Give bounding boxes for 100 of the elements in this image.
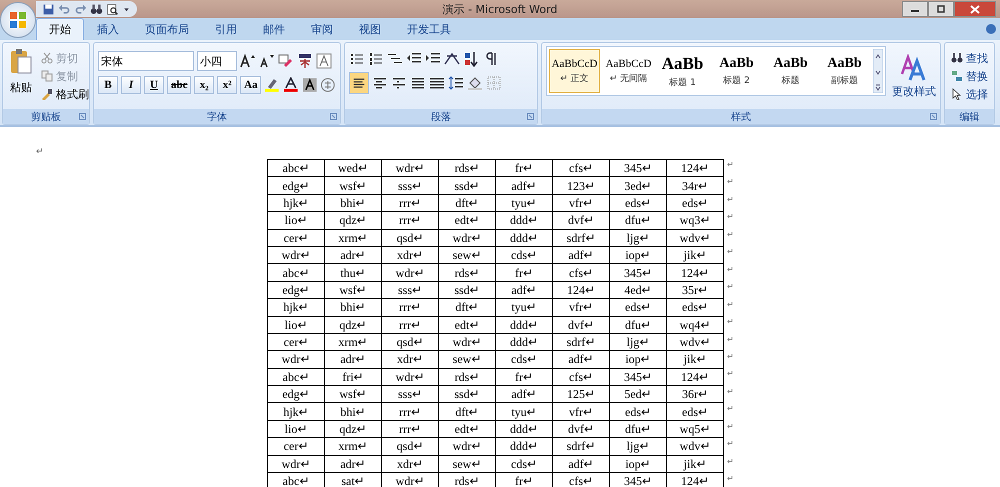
ribbon-tab[interactable]: 引用 xyxy=(202,18,250,40)
table-cell: 124↵ xyxy=(666,264,724,282)
table-cell: abc↵ xyxy=(268,160,324,177)
format-button[interactable]: U xyxy=(144,76,164,94)
table-cell: vfr↵ xyxy=(552,402,610,420)
table-cell: 4ed↵ xyxy=(610,281,666,299)
row-end-mark: ↵ xyxy=(727,317,734,326)
shrink-font-icon[interactable] xyxy=(259,53,275,69)
row-end-mark: ↵ xyxy=(727,386,734,396)
align-left-button[interactable] xyxy=(349,72,369,94)
paragraph-mark: ↵ xyxy=(36,147,44,157)
table-cell: adr↵ xyxy=(324,246,382,264)
group-label: 剪贴板 xyxy=(31,110,61,124)
table-cell: cfs↵ xyxy=(552,160,610,177)
ribbon-tab[interactable]: 开发工具 xyxy=(394,18,464,40)
align-right-icon[interactable] xyxy=(391,75,407,91)
table-cell: edt↵ xyxy=(438,316,496,334)
table-cell: dfu↵ xyxy=(610,212,666,230)
table-cell: edt↵ xyxy=(438,212,496,230)
format-button[interactable]: I xyxy=(121,76,141,94)
table-cell: dvf↵ xyxy=(552,420,610,438)
clipboard-button[interactable]: 格式刷 xyxy=(39,86,91,102)
table-cell: dft↵ xyxy=(438,298,496,316)
font-color-icon[interactable] xyxy=(283,77,299,93)
table-cell: cfs↵ xyxy=(552,264,610,282)
font-name-field[interactable]: 宋体 xyxy=(98,51,194,71)
distributed-icon[interactable] xyxy=(429,75,445,91)
grow-font-icon[interactable] xyxy=(240,53,256,69)
format-button[interactable]: B xyxy=(98,76,118,94)
minimize-button[interactable] xyxy=(902,1,928,17)
row-end-mark: ↵ xyxy=(727,456,734,466)
font-size-field[interactable]: 小四 xyxy=(197,51,237,71)
office-logo-icon[interactable] xyxy=(8,10,28,30)
align-center-icon[interactable] xyxy=(372,75,388,91)
table-cell: rrr↵ xyxy=(382,212,438,230)
table-cell: sss↵ xyxy=(382,281,438,299)
maximize-button[interactable] xyxy=(928,1,954,17)
justify-icon[interactable] xyxy=(410,75,426,91)
format-button[interactable]: Aa xyxy=(240,76,262,94)
close-button[interactable] xyxy=(954,1,996,17)
highlight-icon[interactable] xyxy=(264,77,280,93)
paste-button[interactable]: 粘贴 xyxy=(7,46,35,106)
gallery-scroll-icon[interactable] xyxy=(873,49,883,93)
table-cell: 345↵ xyxy=(610,264,666,282)
row-end-mark: ↵ xyxy=(727,212,734,222)
table-cell: iop↵ xyxy=(610,246,666,264)
ribbon-tab[interactable]: 审阅 xyxy=(298,18,346,40)
character-border-icon[interactable] xyxy=(316,53,332,69)
shading-icon[interactable] xyxy=(467,75,483,91)
table-cell: wdv↵ xyxy=(666,229,724,246)
table-cell: edg↵ xyxy=(268,386,324,403)
enclose-character-icon[interactable] xyxy=(320,77,336,93)
format-button[interactable]: abc xyxy=(167,76,192,94)
table-cell: abc↵ xyxy=(268,368,324,386)
sort-icon[interactable] xyxy=(463,51,479,67)
table-cell: dvf↵ xyxy=(552,316,610,334)
table-cell: adr↵ xyxy=(324,350,382,368)
numbering-icon[interactable] xyxy=(368,51,384,67)
binoculars-icon[interactable] xyxy=(90,2,103,16)
table-cell: xrm↵ xyxy=(324,438,382,456)
undo-icon[interactable] xyxy=(58,2,71,16)
editing-button[interactable]: 替换 xyxy=(949,68,990,84)
table-cell: cds↵ xyxy=(496,350,552,368)
ribbon-tab[interactable]: 视图 xyxy=(346,18,394,40)
editing-button[interactable]: 查找 xyxy=(949,50,990,66)
row-end-mark: ↵ xyxy=(727,300,734,309)
print-preview-icon[interactable] xyxy=(106,2,119,16)
format-button[interactable]: x₂ xyxy=(194,76,214,94)
table-cell: 125↵ xyxy=(552,386,610,403)
table-cell: eds↵ xyxy=(666,298,724,316)
line-spacing-icon[interactable] xyxy=(448,75,464,91)
ribbon-tab[interactable]: 插入 xyxy=(84,18,132,40)
help-icon[interactable] xyxy=(986,24,996,34)
table-cell: thu↵ xyxy=(324,264,382,282)
table-cell: wdr↵ xyxy=(438,438,496,456)
save-icon[interactable] xyxy=(42,2,55,16)
character-shading-icon[interactable] xyxy=(302,77,318,93)
bullets-icon[interactable] xyxy=(349,51,365,67)
clear-formatting-icon[interactable] xyxy=(278,53,294,69)
ribbon-tab[interactable]: 页面布局 xyxy=(132,18,202,40)
ribbon-tab[interactable]: 开始 xyxy=(36,18,84,40)
table-cell: sew↵ xyxy=(438,455,496,473)
style-option[interactable]: AaBbCcD ↵ 正文 xyxy=(549,49,600,93)
ribbon-tab[interactable]: 邮件 xyxy=(250,18,298,40)
table-cell: wed↵ xyxy=(324,160,382,177)
table-cell: 5ed↵ xyxy=(610,386,666,403)
table-cell: xdr↵ xyxy=(382,350,438,368)
format-button[interactable]: x² xyxy=(217,76,238,94)
table-cell: qdz↵ xyxy=(324,420,382,438)
editing-button[interactable]: 选择 xyxy=(949,86,990,102)
row-end-mark: ↵ xyxy=(727,282,734,292)
table-cell: 35r↵ xyxy=(666,281,724,299)
table-cell: hjk↵ xyxy=(268,402,324,420)
table-cell: ljg↵ xyxy=(610,229,666,246)
table-cell: ddd↵ xyxy=(496,229,552,246)
table-cell: sdrf↵ xyxy=(552,438,610,456)
table-cell: ddd↵ xyxy=(496,212,552,230)
table-cell: xdr↵ xyxy=(382,246,438,264)
table-cell: tyu↵ xyxy=(496,402,552,420)
change-styles-button[interactable]: 更改样式 xyxy=(890,46,938,106)
